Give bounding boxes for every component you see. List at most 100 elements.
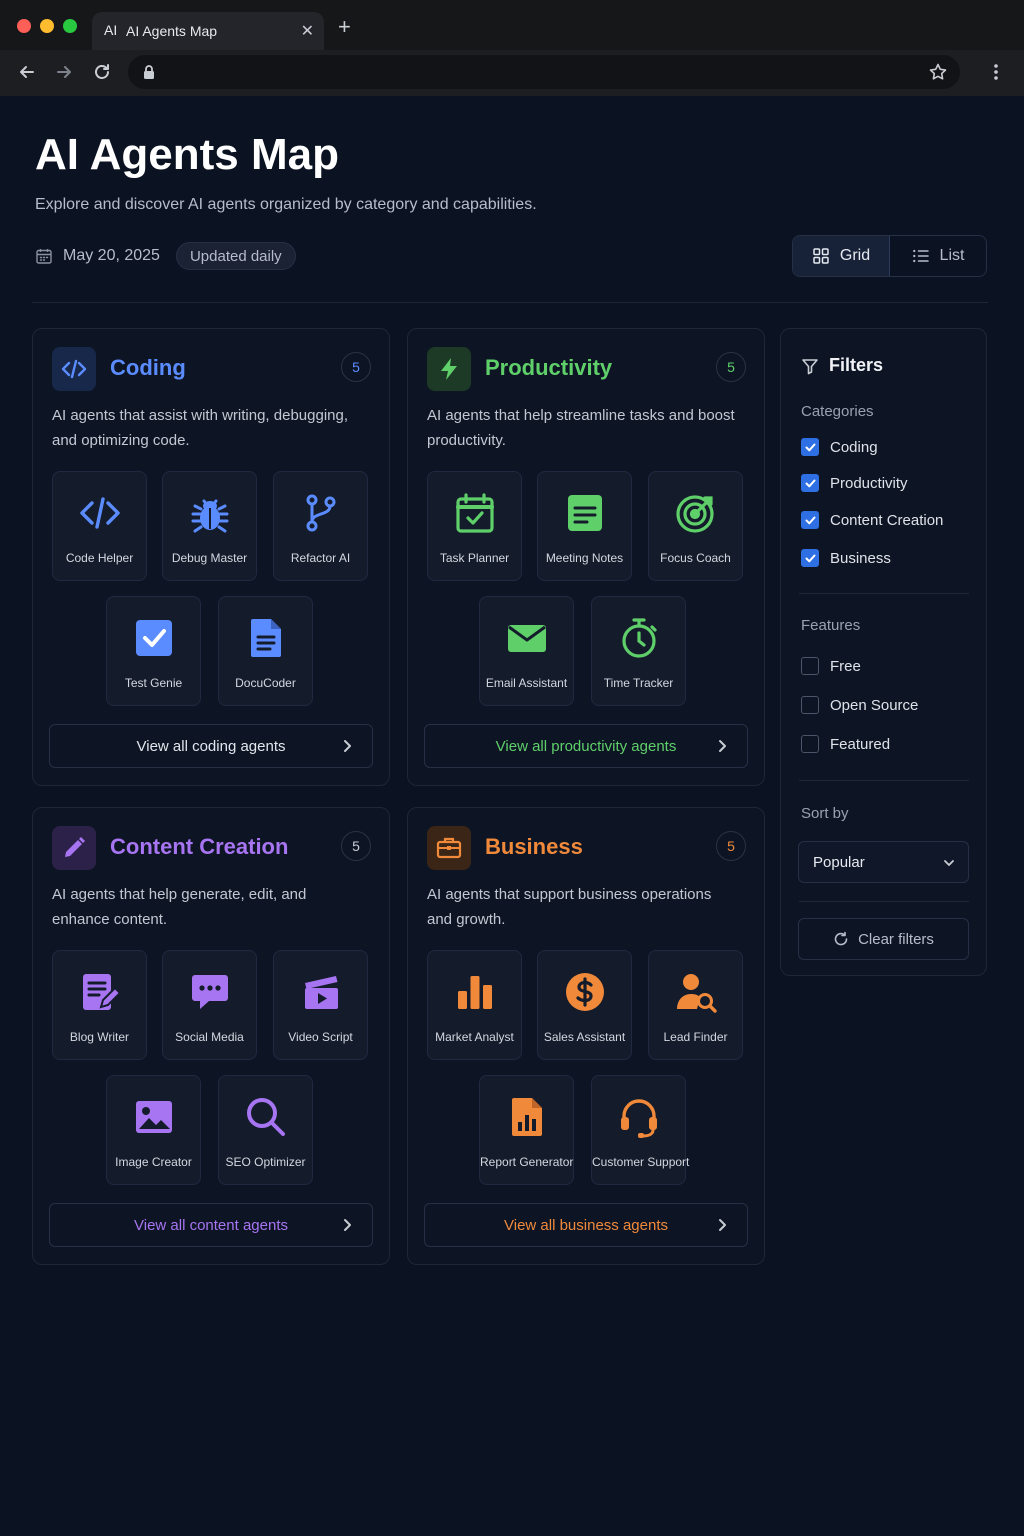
category-card-content-creation: Content Creation 5 AI agents that help g… — [32, 807, 390, 1265]
view-all-content-button[interactable]: View all content agents — [49, 1203, 373, 1247]
checkbox-checked[interactable] — [801, 474, 819, 492]
bookmark-star-icon[interactable] — [928, 62, 948, 82]
tab-bar: AI AI Agents Map ✕ + — [0, 0, 1024, 50]
agent-tile-customer-support[interactable]: Customer Support — [591, 1075, 690, 1185]
checkbox-unchecked[interactable] — [801, 735, 819, 753]
close-window-button[interactable] — [17, 19, 31, 33]
agent-tile-refactor-ai[interactable]: Refactor AI — [273, 471, 368, 581]
page-title: AI Agents Map — [35, 130, 339, 179]
checkbox-unchecked[interactable] — [801, 696, 819, 714]
lightning-icon — [427, 347, 471, 391]
agent-tile-meeting-notes[interactable]: Meeting Notes — [537, 471, 632, 581]
agent-tile-focus-coach[interactable]: Focus Coach — [648, 471, 743, 581]
view-all-label: View all productivity agents — [495, 737, 677, 755]
filter-open-source-checkbox[interactable]: Open Source — [801, 696, 918, 714]
agent-tile-docucoder[interactable]: DocuCoder — [218, 596, 313, 706]
list-view-button[interactable]: List — [890, 236, 986, 276]
reload-icon[interactable] — [92, 62, 112, 82]
agent-tile-code-helper[interactable]: Code Helper — [52, 471, 147, 581]
calendar-icon — [36, 249, 52, 264]
report-icon — [512, 1098, 542, 1136]
check-icon — [805, 443, 815, 451]
lock-icon — [144, 65, 154, 79]
agent-tile-time-tracker[interactable]: Time Tracker — [591, 596, 686, 706]
sort-select[interactable]: Popular — [798, 841, 969, 883]
agent-tile-task-planner[interactable]: Task Planner — [427, 471, 522, 581]
filter-label: Free — [830, 657, 861, 675]
view-all-coding-button[interactable]: View all coding agents — [49, 724, 373, 768]
agent-name: Customer Support — [592, 1155, 690, 1169]
category-title: Productivity — [485, 355, 613, 380]
agent-tile-report-generator[interactable]: Report Generator — [479, 1075, 574, 1185]
agent-tile-video-script[interactable]: Video Script — [273, 950, 368, 1060]
agent-tile-social-media[interactable]: Social Media — [162, 950, 257, 1060]
view-all-productivity-button[interactable]: View all productivity agents — [424, 724, 748, 768]
maximize-window-button[interactable] — [63, 19, 77, 33]
view-all-label: View all business agents — [504, 1216, 668, 1234]
filter-productivity-checkbox[interactable]: Productivity — [801, 474, 908, 492]
filter-coding-checkbox[interactable]: Coding — [801, 438, 878, 456]
agent-name: Market Analyst — [435, 1030, 514, 1044]
agent-name: Focus Coach — [660, 551, 731, 565]
note-icon — [568, 495, 602, 531]
new-tab-button[interactable]: + — [338, 16, 351, 38]
count-badge: 5 — [716, 831, 746, 861]
checkbox-checked[interactable] — [801, 511, 819, 529]
browser-tab[interactable]: AI AI Agents Map ✕ — [92, 12, 324, 50]
category-description: AI agents that help generate, edit, and … — [52, 886, 307, 928]
page-subtitle: Explore and discover AI agents organized… — [35, 196, 537, 213]
git-branch-icon — [306, 494, 336, 532]
chevron-right-icon — [719, 1219, 726, 1231]
filters-divider — [799, 593, 969, 594]
agent-tile-seo-optimizer[interactable]: SEO Optimizer — [218, 1075, 313, 1185]
filter-label: Coding — [830, 438, 878, 456]
agent-tile-test-genie[interactable]: Test Genie — [106, 596, 201, 706]
chevron-right-icon — [344, 1219, 351, 1231]
agent-name: DocuCoder — [235, 676, 296, 690]
filter-label: Productivity — [830, 474, 908, 492]
tab-close-icon[interactable]: ✕ — [301, 21, 314, 41]
agent-name: Refactor AI — [290, 551, 351, 565]
filter-business-checkbox[interactable]: Business — [801, 549, 891, 567]
checkbox-checked[interactable] — [801, 438, 819, 456]
back-icon[interactable] — [17, 62, 37, 82]
checkbox-unchecked[interactable] — [801, 657, 819, 675]
view-all-business-button[interactable]: View all business agents — [424, 1203, 748, 1247]
category-card-business: Business 5 AI agents that support busine… — [407, 807, 765, 1265]
bar-chart-icon — [458, 976, 492, 1009]
view-toggle: Grid List — [792, 235, 987, 277]
clear-filters-button[interactable]: Clear filters — [798, 918, 969, 960]
count-badge: 5 — [341, 831, 371, 861]
calendar-check-icon — [456, 493, 494, 533]
bug-icon — [191, 499, 229, 533]
agent-name: Code Helper — [65, 551, 134, 565]
code-icon — [52, 347, 96, 391]
filters-header: Filters — [801, 355, 883, 376]
agent-tile-debug-master[interactable]: Debug Master — [162, 471, 257, 581]
sort-label: Sort by — [801, 805, 849, 822]
favicon: AI — [104, 22, 118, 38]
menu-kebab-icon[interactable] — [986, 62, 1006, 82]
agent-tile-lead-finder[interactable]: Lead Finder — [648, 950, 743, 1060]
agent-tile-image-creator[interactable]: Image Creator — [106, 1075, 201, 1185]
filter-free-checkbox[interactable]: Free — [801, 657, 861, 675]
agent-tile-blog-writer[interactable]: Blog Writer — [52, 950, 147, 1060]
checkbox-checked[interactable] — [801, 549, 819, 567]
minimize-window-button[interactable] — [40, 19, 54, 33]
agent-tile-sales-assistant[interactable]: Sales Assistant — [537, 950, 632, 1060]
filter-featured-checkbox[interactable]: Featured — [801, 735, 890, 753]
agent-tile-market-analyst[interactable]: Market Analyst — [427, 950, 522, 1060]
address-bar[interactable] — [128, 55, 960, 89]
forward-icon[interactable] — [54, 62, 74, 82]
agent-tile-email-assistant[interactable]: Email Assistant — [479, 596, 574, 706]
agent-name: Task Planner — [439, 551, 510, 565]
category-description: AI agents that assist with writing, debu… — [52, 407, 349, 449]
chevron-down-icon — [944, 860, 954, 866]
headset-icon — [621, 1099, 657, 1138]
image-icon — [136, 1101, 172, 1133]
grid-view-button[interactable]: Grid — [793, 236, 890, 276]
category-card-productivity: Productivity 5 AI agents that help strea… — [407, 328, 765, 786]
chat-bubble-icon — [192, 975, 228, 1009]
date-row: May 20, 2025 Updated daily — [35, 242, 296, 270]
filter-content-creation-checkbox[interactable]: Content Creation — [801, 511, 943, 529]
